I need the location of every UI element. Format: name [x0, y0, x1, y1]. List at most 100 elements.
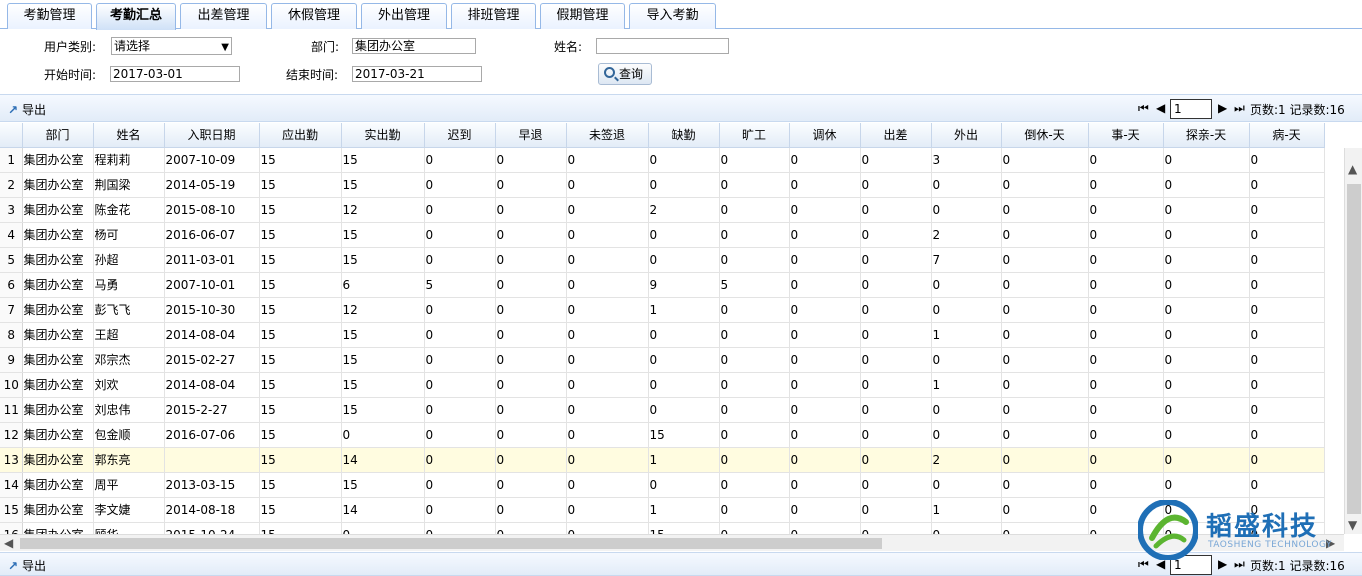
table-cell[interactable]: 0 — [1163, 272, 1250, 298]
table-cell[interactable]: 2014-05-19 — [164, 172, 260, 198]
table-cell[interactable]: 0 — [719, 422, 790, 448]
table-row[interactable]: 7 集团办公室 彭飞飞 2015-10-30 15 12 0 0 0 1 0 0 0 0 0 0 0 0 — [0, 297, 1325, 323]
table-cell[interactable]: 15 — [259, 372, 342, 398]
table-cell[interactable]: 0 — [424, 397, 496, 423]
table-cell[interactable]: 15 — [341, 247, 425, 273]
table-cell[interactable]: 15 — [259, 197, 342, 223]
table-cell[interactable]: 0 — [495, 297, 567, 323]
table-cell[interactable]: 0 — [931, 472, 1002, 498]
table-cell[interactable]: 0 — [1088, 272, 1164, 298]
table-row[interactable]: 3 集团办公室 陈金花 2015-08-10 15 12 0 0 0 2 0 0 0 0 0 0 0 0 — [0, 197, 1325, 223]
table-cell[interactable]: 包金顺 — [93, 422, 165, 448]
table-cell[interactable]: 9 — [648, 272, 720, 298]
table-cell[interactable]: 荆国梁 — [93, 172, 165, 198]
table-cell[interactable]: 0 — [424, 447, 496, 473]
table-cell[interactable]: 15 — [341, 472, 425, 498]
table-cell[interactable]: 2015-02-27 — [164, 347, 260, 373]
table-row[interactable]: 6 集团办公室 马勇 2007-10-01 15 6 5 0 0 9 5 0 0 0 0 0 0 0 — [0, 272, 1325, 298]
table-cell[interactable]: 0 — [789, 297, 861, 323]
column-header[interactable]: 迟到 — [424, 123, 496, 148]
table-cell[interactable]: 0 — [1001, 497, 1089, 523]
table-cell[interactable]: 0 — [424, 497, 496, 523]
table-row[interactable]: 1 集团办公室 程莉莉 2007-10-09 15 15 0 0 0 0 0 0 0 3 0 0 0 0 — [0, 147, 1325, 173]
table-cell[interactable]: 0 — [648, 247, 720, 273]
name-field[interactable] — [596, 38, 729, 54]
table-cell[interactable]: 0 — [719, 222, 790, 248]
table-cell[interactable]: 0 — [1001, 272, 1089, 298]
table-row[interactable]: 12 集团办公室 包金顺 2016-07-06 15 0 0 0 0 15 0 0 0 0 0 0 0 0 — [0, 422, 1325, 448]
table-cell[interactable]: 0 — [1088, 297, 1164, 323]
table-cell[interactable]: 2015-2-27 — [164, 397, 260, 423]
table-cell[interactable]: 15 — [259, 422, 342, 448]
user-type-select[interactable]: 请选择 ▼ — [111, 37, 232, 55]
table-cell[interactable]: 0 — [1249, 272, 1325, 298]
table-cell[interactable]: 0 — [860, 272, 932, 298]
table-cell[interactable]: 0 — [424, 172, 496, 198]
table-cell[interactable]: 集团办公室 — [22, 472, 94, 498]
table-cell[interactable]: 1 — [648, 497, 720, 523]
column-header[interactable]: 旷工 — [719, 123, 790, 148]
tab-import-attendance[interactable]: 导入考勤 — [629, 3, 716, 29]
table-cell[interactable]: 0 — [860, 297, 932, 323]
table-cell[interactable]: 0 — [1249, 297, 1325, 323]
table-cell[interactable]: 2011-03-01 — [164, 247, 260, 273]
table-cell[interactable]: 0 — [789, 372, 861, 398]
table-cell[interactable]: 0 — [1001, 522, 1089, 534]
column-header[interactable]: 探亲-天 — [1163, 123, 1250, 148]
table-cell[interactable]: 15 — [259, 247, 342, 273]
table-row[interactable]: 9 集团办公室 邓宗杰 2015-02-27 15 15 0 0 0 0 0 0 0 0 0 0 0 0 — [0, 347, 1325, 373]
table-cell[interactable]: 15 — [259, 347, 342, 373]
table-cell[interactable]: 0 — [789, 272, 861, 298]
column-header[interactable]: 实出勤 — [341, 123, 425, 148]
table-cell[interactable]: 0 — [1163, 172, 1250, 198]
column-header[interactable]: 应出勤 — [259, 123, 342, 148]
table-cell[interactable]: 0 — [566, 222, 649, 248]
table-cell[interactable]: 0 — [648, 322, 720, 348]
table-cell[interactable]: 0 — [648, 397, 720, 423]
table-cell[interactable]: 0 — [1001, 472, 1089, 498]
table-cell[interactable]: 1 — [931, 497, 1002, 523]
tab-shift-manage[interactable]: 排班管理 — [451, 3, 536, 29]
table-cell[interactable]: 15 — [648, 522, 720, 534]
table-cell[interactable]: 0 — [1249, 447, 1325, 473]
table-cell[interactable]: 0 — [1088, 247, 1164, 273]
table-cell[interactable]: 0 — [789, 397, 861, 423]
table-cell[interactable]: 王超 — [93, 322, 165, 348]
table-cell[interactable]: 0 — [719, 247, 790, 273]
table-cell[interactable]: 刘忠伟 — [93, 397, 165, 423]
table-cell[interactable]: 0 — [860, 147, 932, 173]
table-cell[interactable]: 0 — [860, 247, 932, 273]
table-cell[interactable]: 0 — [566, 497, 649, 523]
table-cell[interactable]: 2 — [931, 447, 1002, 473]
table-cell[interactable]: 集团办公室 — [22, 347, 94, 373]
table-cell[interactable]: 12 — [341, 297, 425, 323]
table-cell[interactable]: 0 — [860, 322, 932, 348]
table-cell[interactable]: 15 — [259, 222, 342, 248]
table-cell[interactable]: 0 — [719, 322, 790, 348]
vertical-scroll-thumb[interactable] — [1347, 184, 1361, 514]
table-cell[interactable]: 0 — [860, 397, 932, 423]
table-cell[interactable]: 0 — [424, 247, 496, 273]
table-cell[interactable]: 郭东亮 — [93, 447, 165, 473]
table-cell[interactable]: 0 — [789, 422, 861, 448]
table-cell[interactable]: 0 — [931, 197, 1002, 223]
table-cell[interactable]: 0 — [789, 147, 861, 173]
first-page-icon[interactable]: ⏮ — [1138, 101, 1149, 116]
table-cell[interactable]: 邓宗杰 — [93, 347, 165, 373]
table-cell[interactable]: 0 — [860, 222, 932, 248]
table-cell[interactable]: 0 — [719, 447, 790, 473]
table-cell[interactable]: 陈金花 — [93, 197, 165, 223]
table-cell[interactable]: 程莉莉 — [93, 147, 165, 173]
table-cell[interactable]: 2013-03-15 — [164, 472, 260, 498]
table-cell[interactable]: 0 — [424, 222, 496, 248]
table-cell[interactable]: 0 — [931, 272, 1002, 298]
table-row[interactable]: 15 集团办公室 李文婕 2014-08-18 15 14 0 0 0 1 0 0 0 1 0 0 0 0 — [0, 497, 1325, 523]
table-cell[interactable]: 0 — [1249, 322, 1325, 348]
table-cell[interactable]: 0 — [931, 522, 1002, 534]
table-cell[interactable]: 0 — [424, 347, 496, 373]
table-cell[interactable]: 集团办公室 — [22, 447, 94, 473]
table-cell[interactable]: 0 — [648, 147, 720, 173]
table-cell[interactable]: 3 — [931, 147, 1002, 173]
table-cell[interactable]: 1 — [931, 372, 1002, 398]
table-cell[interactable]: 0 — [931, 347, 1002, 373]
